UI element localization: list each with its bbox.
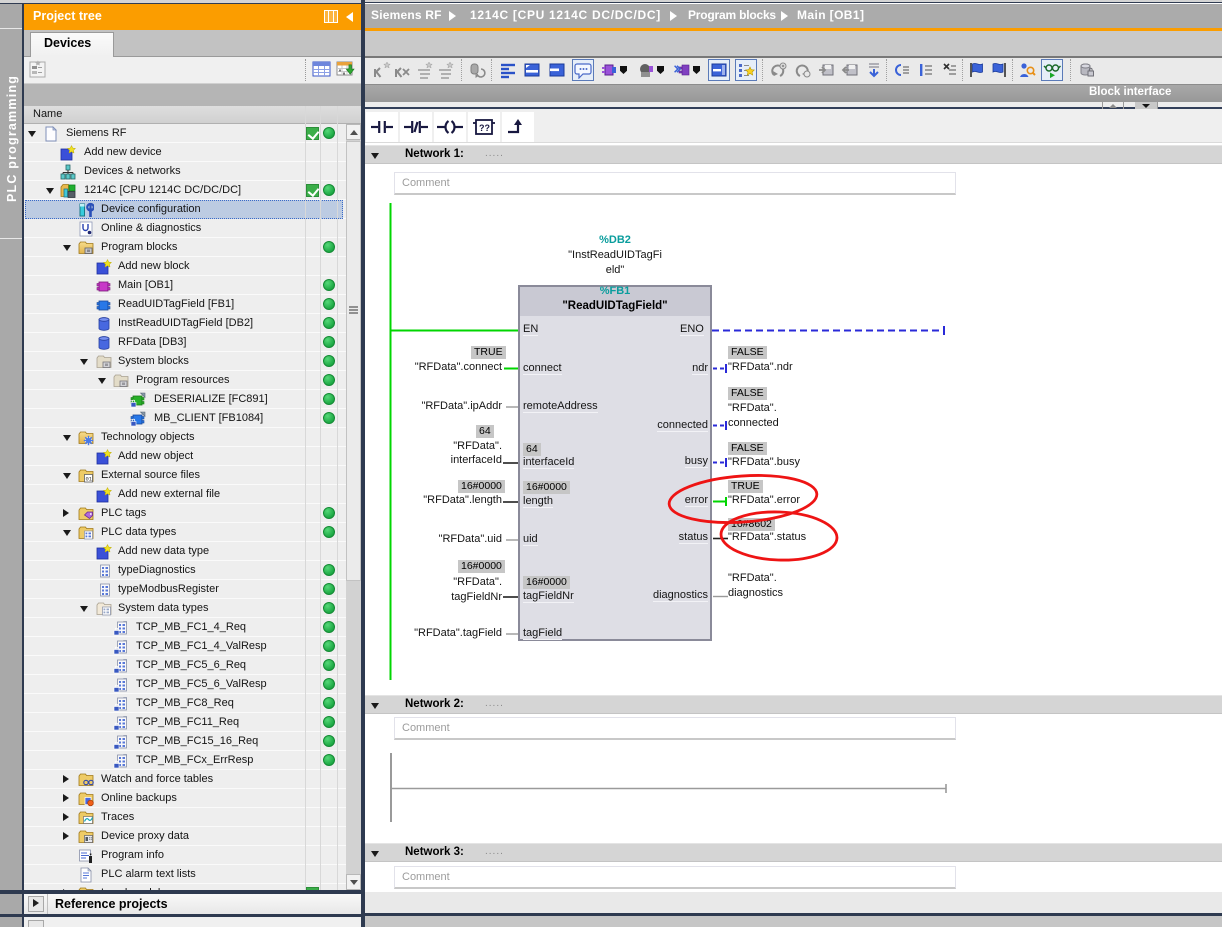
svg-text:01: 01 [86,475,93,482]
svg-text:??: ?? [479,123,490,133]
